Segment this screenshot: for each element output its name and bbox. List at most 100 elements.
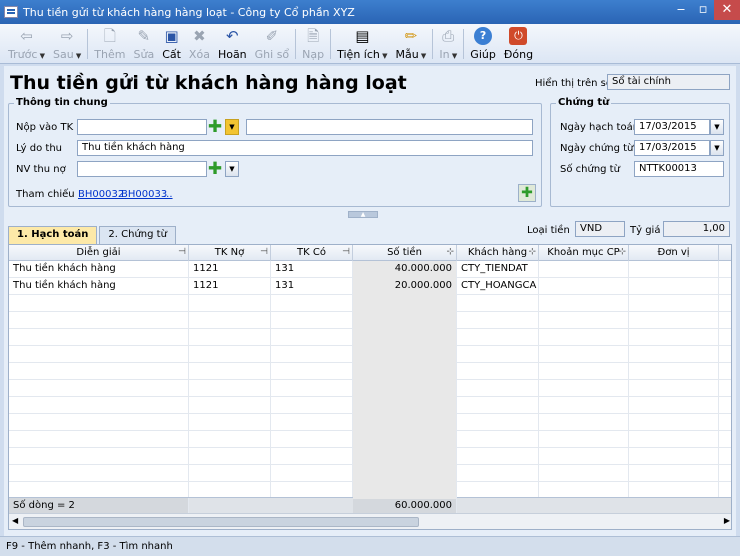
table-cell[interactable] [9,312,189,329]
table-row[interactable] [9,295,731,312]
table-cell[interactable] [9,380,189,397]
table-cell[interactable] [539,346,629,363]
toolbar-close-power-button[interactable]: ⏻ Đóng [500,24,537,62]
table-row[interactable]: Thu tiền khách hàng 1121 131 20.000.000 CTY_… [9,278,731,295]
voucher-date-input[interactable]: 17/03/2015 [634,140,710,156]
horizontal-scrollbar[interactable]: ◀ ▶ [9,513,731,529]
table-cell[interactable] [629,329,719,346]
column-header-debit[interactable]: TK Nợ ⊣ [189,245,271,261]
toolbar-template-button[interactable]: ✏ Mẫu ▼ [391,24,430,62]
table-cell[interactable] [271,465,353,482]
voucher-date-dropdown[interactable]: ▼ [710,140,724,156]
table-cell[interactable] [271,397,353,414]
table-cell[interactable] [9,465,189,482]
table-cell[interactable]: 1121 [189,278,271,295]
table-cell[interactable] [353,448,457,465]
table-cell[interactable] [629,397,719,414]
add-collector-icon[interactable]: ✚ [207,161,223,178]
table-cell[interactable] [353,380,457,397]
table-row[interactable] [9,346,731,363]
table-cell[interactable] [9,346,189,363]
toolbar-save-disk-button[interactable]: ▣ Cất [158,24,185,62]
table-cell[interactable]: CTY_TIENDAT [457,261,539,278]
table-cell[interactable] [9,448,189,465]
pin-icon[interactable]: ⊣ [260,245,268,260]
voucher-no-input[interactable]: NTTK00013 [634,161,724,177]
table-cell[interactable] [353,363,457,380]
table-cell[interactable] [189,380,271,397]
table-cell[interactable] [539,465,629,482]
pin-icon[interactable]: ⊹ [528,245,536,260]
table-cell[interactable] [539,278,629,295]
maximize-icon[interactable]: ▫ [692,0,714,20]
add-reference-icon[interactable]: ✚ [518,184,536,202]
table-cell[interactable]: CTY_HOANGCA [457,278,539,295]
table-cell[interactable] [629,448,719,465]
table-cell[interactable] [189,346,271,363]
column-header-customer[interactable]: Khách hàng ⊹ [457,245,539,261]
table-row[interactable] [9,414,731,431]
table-cell[interactable]: 1121 [189,261,271,278]
toolbar-add-document-button[interactable]: 🗋 Thêm [90,24,129,62]
table-cell[interactable] [353,431,457,448]
table-cell[interactable] [353,295,457,312]
pin-icon[interactable]: ⊣ [342,245,350,260]
table-cell[interactable] [457,397,539,414]
table-cell[interactable] [189,414,271,431]
table-cell[interactable] [629,363,719,380]
table-cell[interactable] [189,397,271,414]
scroll-left-icon[interactable]: ◀ [12,516,18,525]
table-cell[interactable] [457,414,539,431]
currency-field[interactable]: VND [575,221,625,237]
table-cell[interactable] [189,329,271,346]
collector-input[interactable] [77,161,207,177]
table-row[interactable] [9,312,731,329]
column-header-description[interactable]: Diễn giải ⊣ [9,245,189,261]
table-cell[interactable] [271,329,353,346]
chevron-down-icon[interactable]: ▼ [74,52,81,60]
pin-icon[interactable]: ⊹ [446,245,454,260]
table-row[interactable] [9,380,731,397]
table-cell[interactable] [271,448,353,465]
toolbar-arrow-right-button[interactable]: ⇨ Sau ▼ [49,24,85,62]
table-cell[interactable] [539,261,629,278]
posting-date-input[interactable]: 17/03/2015 [634,119,710,135]
reference-link-1[interactable]: BH00032 [78,189,124,200]
reference-link-more[interactable]: ... [163,189,173,200]
reason-input[interactable]: Thu tiền khách hàng [77,140,533,156]
table-cell[interactable] [353,397,457,414]
table-cell[interactable] [629,312,719,329]
table-cell[interactable] [189,431,271,448]
table-cell[interactable] [353,329,457,346]
table-cell[interactable] [629,346,719,363]
table-cell[interactable] [539,329,629,346]
table-cell[interactable]: 131 [271,278,353,295]
table-cell[interactable]: 131 [271,261,353,278]
add-account-icon[interactable]: ✚ [207,119,223,136]
table-cell[interactable] [189,295,271,312]
table-cell[interactable] [539,397,629,414]
column-header-amount[interactable]: Số tiền ⊹ [353,245,457,261]
posting-date-dropdown[interactable]: ▼ [710,119,724,135]
column-header-cost-item[interactable]: Khoản mục CP ⊹ [539,245,629,261]
table-cell[interactable] [629,465,719,482]
chevron-down-icon[interactable]: ▼ [419,52,426,60]
table-cell[interactable] [189,465,271,482]
table-cell[interactable]: 40.000.000 [353,261,457,278]
table-cell[interactable] [9,414,189,431]
table-cell[interactable] [353,312,457,329]
table-row[interactable] [9,329,731,346]
table-cell[interactable] [9,431,189,448]
table-cell[interactable] [457,295,539,312]
close-window-icon[interactable]: ✕ [714,0,740,20]
table-cell[interactable] [539,414,629,431]
table-cell[interactable] [457,329,539,346]
rate-field[interactable]: 1,00 [663,221,730,237]
table-cell[interactable] [271,414,353,431]
toolbar-delete-button[interactable]: ✖ Xóa [185,24,214,62]
deposit-account-dropdown[interactable]: ▼ [225,119,239,135]
table-row[interactable] [9,363,731,380]
table-cell[interactable] [271,431,353,448]
table-row[interactable] [9,431,731,448]
table-cell[interactable] [271,363,353,380]
